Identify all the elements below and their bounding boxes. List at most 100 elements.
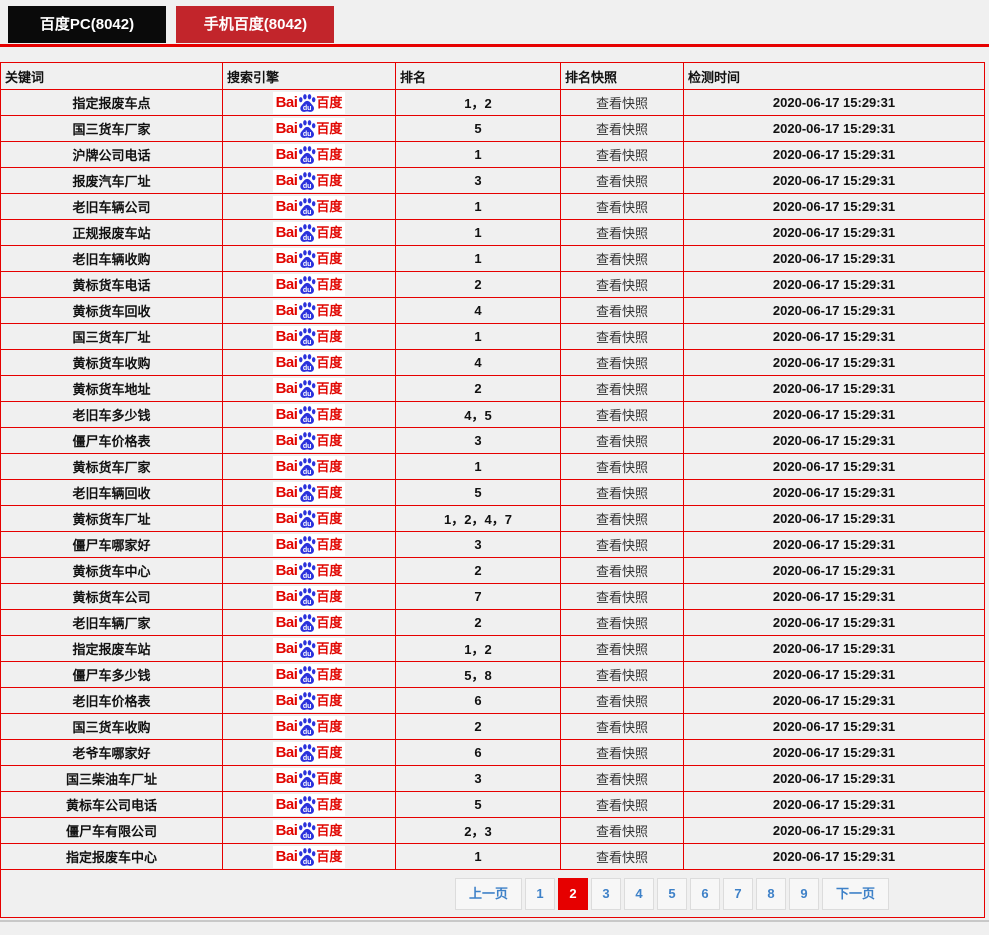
pagination-page-7[interactable]: 7 (722, 877, 753, 910)
baidu-logo-bai: Bai (275, 769, 298, 787)
pagination-page-5[interactable]: 5 (656, 877, 687, 910)
view-snapshot-link[interactable]: 查看快照 (596, 96, 648, 111)
view-snapshot-link[interactable]: 查看快照 (596, 356, 648, 371)
view-snapshot-link[interactable]: 查看快照 (596, 538, 648, 553)
pagination-page-1[interactable]: 1 (524, 877, 555, 910)
baidu-paw-icon: du (299, 249, 316, 268)
view-snapshot-link[interactable]: 查看快照 (596, 226, 648, 241)
baidu-logo: Bai du 百度 (272, 741, 346, 764)
view-snapshot-link[interactable]: 查看快照 (596, 252, 648, 267)
baidu-logo: Bai du 百度 (272, 689, 346, 712)
baidu-logo-bai: Bai (275, 457, 298, 475)
pagination-page-4[interactable]: 4 (623, 877, 654, 910)
view-snapshot-link[interactable]: 查看快照 (596, 382, 648, 397)
engine-cell: Bai du 百度 (222, 349, 396, 376)
bottom-divider (0, 920, 989, 922)
keyword-cell: 黄标货车公司 (0, 583, 223, 610)
baidu-logo: Bai du 百度 (272, 715, 346, 738)
baidu-paw-icon: du (299, 743, 316, 762)
svg-text:du: du (303, 182, 312, 190)
view-snapshot-link[interactable]: 查看快照 (596, 720, 648, 735)
baidu-paw-icon: du (299, 795, 316, 814)
time-cell: 2020-06-17 15:29:31 (683, 687, 985, 714)
rank-cell: 1 (395, 193, 561, 220)
table-row: 僵尸车多少钱 Bai du 百度 5，8 查看快照 2020-06-17 15:… (0, 661, 985, 688)
view-snapshot-link[interactable]: 查看快照 (596, 278, 648, 293)
view-snapshot-link[interactable]: 查看快照 (596, 460, 648, 475)
rank-cell: 1，2 (395, 635, 561, 662)
rank-cell: 4，5 (395, 401, 561, 428)
snapshot-cell: 查看快照 (560, 141, 684, 168)
view-snapshot-link[interactable]: 查看快照 (596, 772, 648, 787)
view-snapshot-link[interactable]: 查看快照 (596, 122, 648, 137)
keyword-cell: 僵尸车多少钱 (0, 661, 223, 688)
tab-baidu-pc[interactable]: 百度PC(8042) (8, 6, 166, 43)
svg-text:du: du (303, 494, 312, 502)
snapshot-cell: 查看快照 (560, 557, 684, 584)
rank-cell: 1，2，4，7 (395, 505, 561, 532)
pagination-prev-button[interactable]: 上一页 (454, 877, 522, 910)
engine-cell: Bai du 百度 (222, 453, 396, 480)
view-snapshot-link[interactable]: 查看快照 (596, 148, 648, 163)
engine-cell: Bai du 百度 (222, 557, 396, 584)
engine-cell: Bai du 百度 (222, 323, 396, 350)
pagination-page-8[interactable]: 8 (755, 877, 786, 910)
table-row: 老旧车价格表 Bai du 百度 6 查看快照 2020-06-17 15:29… (0, 687, 985, 714)
keyword-cell: 黄标货车厂家 (0, 453, 223, 480)
view-snapshot-link[interactable]: 查看快照 (596, 746, 648, 761)
pagination-page-9[interactable]: 9 (788, 877, 819, 910)
view-snapshot-link[interactable]: 查看快照 (596, 616, 648, 631)
view-snapshot-link[interactable]: 查看快照 (596, 564, 648, 579)
pagination-page-2[interactable]: 2 (557, 877, 588, 910)
rank-cell: 1 (395, 245, 561, 272)
view-snapshot-link[interactable]: 查看快照 (596, 330, 648, 345)
baidu-logo: Bai du 百度 (272, 221, 346, 244)
baidu-logo: Bai du 百度 (272, 195, 346, 218)
baidu-logo: Bai du 百度 (272, 403, 346, 426)
view-snapshot-link[interactable]: 查看快照 (596, 200, 648, 215)
rank-table: 关键词 搜索引擎 排名 排名快照 检测时间 指定报废车点 Bai du 百度 1… (0, 62, 985, 918)
view-snapshot-link[interactable]: 查看快照 (596, 590, 648, 605)
baidu-logo: Bai du 百度 (272, 325, 346, 348)
rank-cell: 7 (395, 583, 561, 610)
baidu-paw-icon: du (299, 847, 316, 866)
view-snapshot-link[interactable]: 查看快照 (596, 174, 648, 189)
table-row: 国三货车厂家 Bai du 百度 5 查看快照 2020-06-17 15:29… (0, 115, 985, 142)
engine-cell: Bai du 百度 (222, 245, 396, 272)
pagination-cell: 上一页 1 2 3 4 5 6 7 8 9 下一页 (0, 869, 985, 918)
baidu-paw-icon: du (299, 665, 316, 684)
view-snapshot-link[interactable]: 查看快照 (596, 434, 648, 449)
pagination-page-3[interactable]: 3 (590, 877, 621, 910)
time-cell: 2020-06-17 15:29:31 (683, 479, 985, 506)
view-snapshot-link[interactable]: 查看快照 (596, 798, 648, 813)
rank-cell: 1，2 (395, 89, 561, 116)
engine-cell: Bai du 百度 (222, 141, 396, 168)
baidu-paw-icon: du (299, 301, 316, 320)
pagination-next-button[interactable]: 下一页 (821, 877, 889, 910)
snapshot-cell: 查看快照 (560, 843, 684, 870)
baidu-paw-icon: du (299, 769, 316, 788)
table-row: 黄标货车中心 Bai du 百度 2 查看快照 2020-06-17 15:29… (0, 557, 985, 584)
baidu-logo-suffix: 百度 (316, 562, 343, 578)
view-snapshot-link[interactable]: 查看快照 (596, 668, 648, 683)
view-snapshot-link[interactable]: 查看快照 (596, 824, 648, 839)
view-snapshot-link[interactable]: 查看快照 (596, 642, 648, 657)
view-snapshot-link[interactable]: 查看快照 (596, 694, 648, 709)
time-cell: 2020-06-17 15:29:31 (683, 167, 985, 194)
view-snapshot-link[interactable]: 查看快照 (596, 512, 648, 527)
time-cell: 2020-06-17 15:29:31 (683, 635, 985, 662)
svg-text:du: du (303, 832, 312, 840)
time-cell: 2020-06-17 15:29:31 (683, 427, 985, 454)
view-snapshot-link[interactable]: 查看快照 (596, 850, 648, 865)
view-snapshot-link[interactable]: 查看快照 (596, 304, 648, 319)
rank-cell: 2 (395, 609, 561, 636)
rank-cell: 1 (395, 141, 561, 168)
engine-cell: Bai du 百度 (222, 531, 396, 558)
view-snapshot-link[interactable]: 查看快照 (596, 486, 648, 501)
baidu-logo-suffix: 百度 (316, 588, 343, 604)
keyword-cell: 黄标货车电话 (0, 271, 223, 298)
view-snapshot-link[interactable]: 查看快照 (596, 408, 648, 423)
svg-text:du: du (303, 130, 312, 138)
pagination-page-6[interactable]: 6 (689, 877, 720, 910)
tab-baidu-mobile[interactable]: 手机百度(8042) (176, 6, 335, 43)
